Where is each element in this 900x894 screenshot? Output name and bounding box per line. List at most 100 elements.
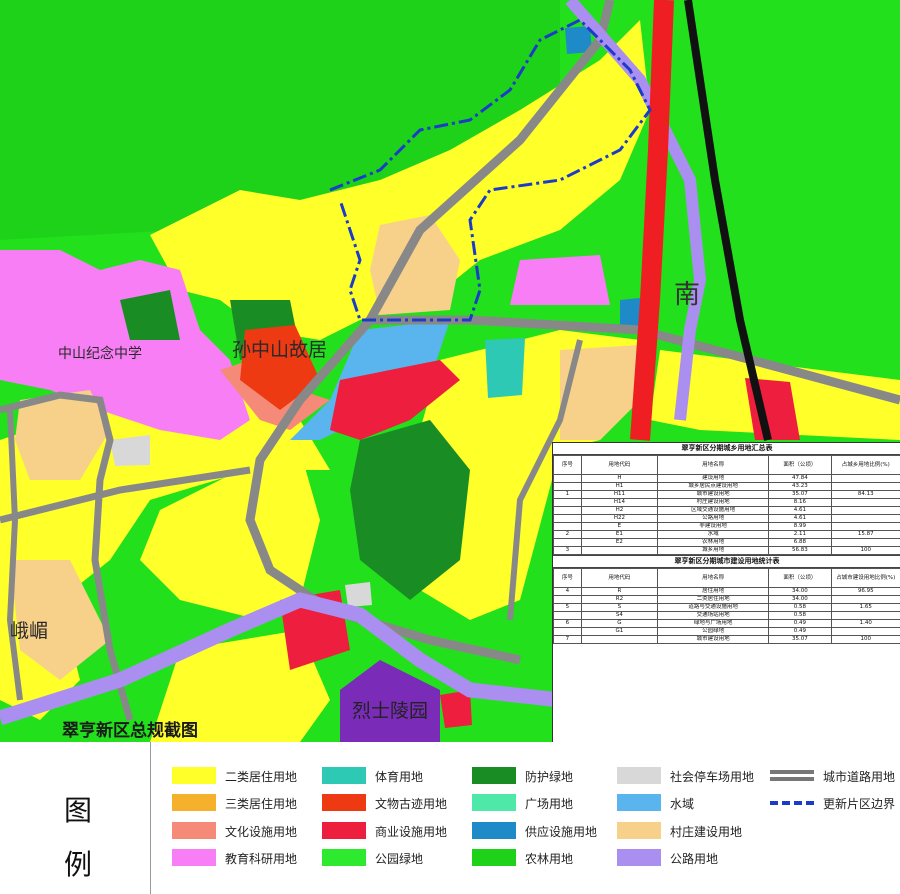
map-title: 翠亨新区总规截图 [62, 721, 198, 741]
table-cell: 城乡用地 [657, 546, 770, 555]
table-cell: G1 [580, 627, 659, 636]
table-row: 5 S 道路与交通设施用地 0.58 1.65 [553, 603, 900, 612]
table-cell [553, 522, 582, 531]
legend-swatch [322, 767, 366, 784]
table-cell: 水域 [657, 530, 770, 539]
table-cell: 35.07 [768, 490, 832, 499]
legend-label: 水域 [670, 797, 695, 811]
legend-swatch [322, 822, 366, 839]
table-cell: 96.95 [830, 587, 900, 596]
map-label-tomb: 烈士陵园 [352, 700, 429, 722]
table-row: H1 城乡居民点建设用地 43.23 [553, 482, 900, 491]
table-row: 4 R 居住用地 34.00 96.95 [553, 587, 900, 596]
legend-label: 三类居住用地 [225, 797, 298, 811]
table-cell: 1 [553, 490, 582, 499]
table-cell: 城市建设用地 [657, 490, 770, 499]
legend-label: 体育用地 [375, 770, 424, 784]
table-cell: R2 [580, 595, 659, 604]
legend-label: 供应设施用地 [525, 825, 598, 839]
legend-swatch [322, 794, 366, 811]
table-row: 6 G 绿地与广场用地 0.49 1.40 [553, 619, 900, 628]
table-cell [830, 538, 900, 547]
table-cell [830, 482, 900, 491]
legend-swatch [770, 770, 814, 781]
table-cell [553, 498, 582, 507]
table-cell: 0.58 [768, 611, 832, 620]
legend-swatch [617, 794, 661, 811]
table-cell: H11 [580, 490, 659, 499]
land-use-map: 中山纪念中学 孙中山故居 南 峨嵋 烈士陵园 翠亨新区总规截图 翠亨新区分期城乡… [0, 0, 900, 742]
legend-swatch [472, 767, 516, 784]
legend-swatch [472, 822, 516, 839]
table-cell [830, 506, 900, 515]
table-row: 3 城乡用地 56.83 100 [553, 546, 900, 555]
table-cell: 43.23 [768, 482, 832, 491]
table-cell: 6.88 [768, 538, 832, 547]
legend-swatch [172, 849, 216, 866]
legend-divider [150, 742, 151, 894]
table-row: S4 交通场站用地 0.58 [553, 611, 900, 620]
legend-swatch [617, 849, 661, 866]
table-row: 1 H11 城市建设用地 35.07 84.13 [553, 490, 900, 499]
table-cell: 2.11 [768, 530, 832, 539]
table-cell: 0.58 [768, 603, 832, 612]
table-row: H 建设用地 47.84 [553, 474, 900, 483]
table-cell: 100 [830, 546, 900, 555]
table-row: H14 村庄建设用地 8.16 [553, 498, 900, 507]
table-cell: 建设用地 [657, 474, 770, 483]
table-cell: S [580, 603, 659, 612]
table-cell: 4.61 [768, 514, 832, 523]
table-cell: 15.87 [830, 530, 900, 539]
table-cell: 56.83 [768, 546, 832, 555]
map-label-nan: 南 [674, 280, 701, 310]
legend-swatch [770, 801, 814, 805]
map-label-school: 中山纪念中学 [58, 346, 142, 362]
table-cell: S4 [580, 611, 659, 620]
table-cell: E [580, 522, 659, 531]
legend-label: 农林用地 [525, 852, 574, 866]
table-cell: 二类居住用地 [657, 595, 770, 604]
table-cell: 非建设用地 [657, 522, 770, 531]
table-cell: 居住用地 [657, 587, 770, 596]
table-cell [553, 627, 582, 636]
table-cell: G [580, 619, 659, 628]
legend-label: 城市道路用地 [823, 770, 896, 784]
urban-table-title: 翠亨新区分期城市建设用地统计表 [553, 555, 900, 568]
legend-label: 公路用地 [670, 852, 719, 866]
legend-swatch [472, 849, 516, 866]
table-header-cell: 序号 [553, 455, 582, 475]
legend-label: 公园绿地 [375, 852, 424, 866]
legend-swatch [472, 794, 516, 811]
land-use-table: 序号 用地代码 用地名称 面积（公顷） 占城乡用地比例(%) H 建设用地 47.84 H1 城乡… [553, 455, 900, 555]
legend-label: 社会停车场用地 [670, 770, 755, 784]
legend-label: 商业设施用地 [375, 825, 448, 839]
table-row: G1 公园绿地 0.49 [553, 627, 900, 636]
table-header-cell: 占城市建设用地比例(%) [830, 568, 900, 588]
urban-table: 序号 用地代码 用地名称 面积（公顷） 占城市建设用地比例(%) 4 R 居住用地 34.00 9… [553, 568, 900, 644]
table-cell: 交通场站用地 [657, 611, 770, 620]
legend-swatch [172, 767, 216, 784]
table-cell [553, 611, 582, 620]
table-cell [553, 474, 582, 483]
table-cell [830, 627, 900, 636]
table-header-cell: 用地代码 [580, 455, 659, 475]
legend-swatch [172, 822, 216, 839]
statistics-tables: 翠亨新区分期城乡用地汇总表 序号 用地代码 用地名称 面积（公顷） 占城乡用地比例(%)… [552, 442, 900, 742]
table-header-cell: 占城乡用地比例(%) [830, 455, 900, 475]
table-header-row: 序号 用地代码 用地名称 面积（公顷） 占城乡用地比例(%) [553, 455, 900, 475]
table-cell: R [580, 587, 659, 596]
legend-swatch [617, 822, 661, 839]
table-cell: 47.84 [768, 474, 832, 483]
table-cell: 1.65 [830, 603, 900, 612]
table-cell: 4 [553, 587, 582, 596]
table-cell: 农林用地 [657, 538, 770, 547]
legend-swatch [322, 849, 366, 866]
land-use-table-title: 翠亨新区分期城乡用地汇总表 [553, 443, 900, 455]
table-row: H2 区域交通设施用地 4.61 [553, 506, 900, 515]
legend-heading-1: 图 [63, 794, 92, 827]
table-cell: 35.07 [768, 635, 832, 644]
legend-swatch [172, 794, 216, 811]
table-cell: H22 [580, 514, 659, 523]
table-cell: 城乡居民点建设用地 [657, 482, 770, 491]
table-cell: 村庄建设用地 [657, 498, 770, 507]
